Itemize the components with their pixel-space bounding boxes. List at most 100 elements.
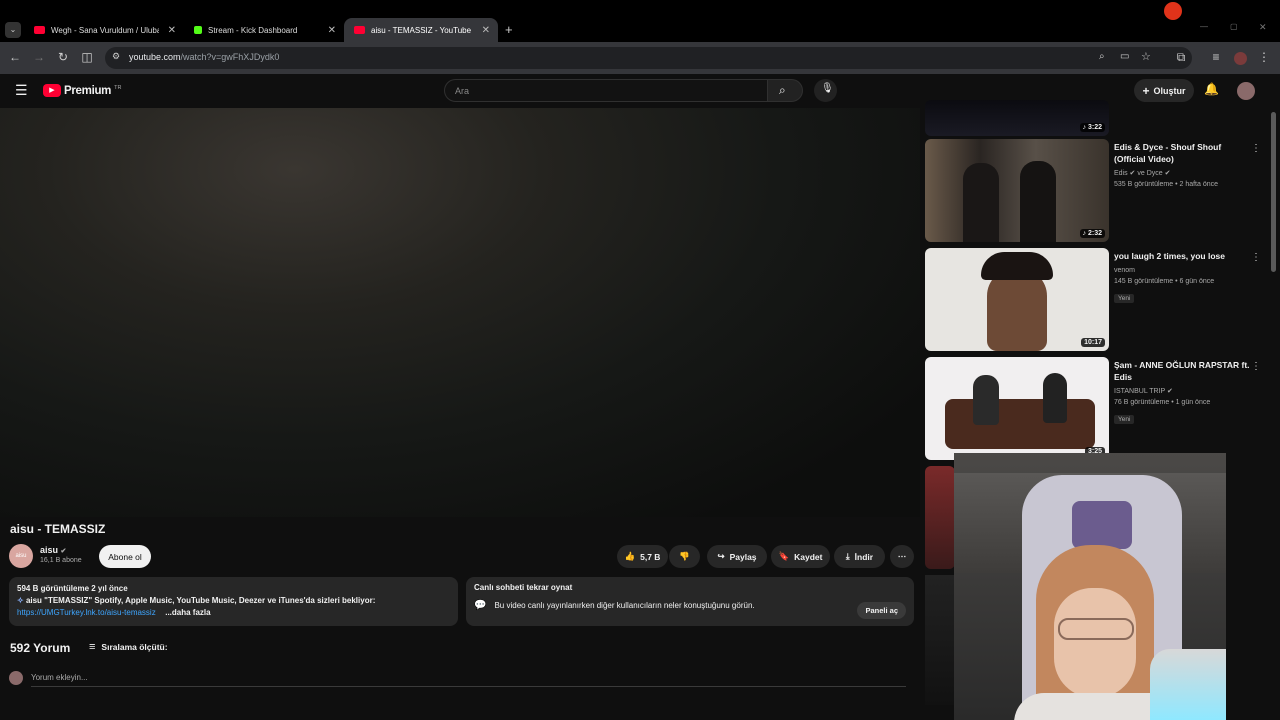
description-line: ✧ aisu "TEMASSIZ" Spotify, Apple Music, … — [17, 596, 376, 605]
chair-logo-image — [1072, 501, 1132, 549]
tab-kick[interactable]: Stream - Kick Dashboard ✕ — [184, 18, 344, 42]
video-thumbnail[interactable]: ♪ 3:22 — [925, 100, 1109, 136]
verified-icon: ✔ — [60, 548, 67, 555]
commenter-avatar — [9, 671, 23, 685]
more-options-icon[interactable]: ⋮ — [1251, 143, 1261, 154]
sparkle-icon: ✧ — [17, 596, 24, 605]
like-button[interactable]: 👍 5,7 B — [617, 545, 668, 568]
more-options-icon[interactable]: ⋮ — [1251, 361, 1261, 372]
tab-youtube[interactable]: aisu - TEMASSIZ - YouTube ✕ — [344, 18, 498, 42]
duration-badge: 10:17 — [1081, 338, 1105, 347]
site-info-icon[interactable]: ⚙ — [112, 51, 120, 62]
video-thumbnail[interactable]: 10:17 — [925, 248, 1109, 351]
channel-avatar[interactable]: aisu — [9, 544, 33, 568]
forward-icon[interactable]: → — [31, 50, 47, 64]
person-silhouette — [973, 375, 999, 425]
related-video-thumbnail[interactable] — [925, 575, 955, 705]
youtube-logo[interactable]: ▶ Premium TR — [43, 84, 121, 97]
search-input[interactable]: Ara — [444, 79, 768, 102]
close-window-icon[interactable]: ✕ — [1259, 22, 1267, 33]
related-video[interactable] — [925, 466, 955, 569]
description-link[interactable]: https://UMGTurkey.lnk.to/aisu-temassiz — [17, 607, 163, 619]
video-thumbnail[interactable] — [925, 466, 955, 569]
create-button[interactable]: + Oluştur — [1134, 79, 1194, 102]
tab-wegh[interactable]: Wegh - Sana Vuruldum / Ulubat ✕ — [24, 18, 184, 42]
subscriber-count: 16,1 B abone — [40, 557, 82, 564]
minimize-icon[interactable]: — — [1200, 22, 1208, 31]
tab-search-icon[interactable]: ⌄ — [5, 22, 21, 38]
channel-name[interactable]: ISTANBUL TRIP ✔ — [1114, 386, 1254, 397]
profile-avatar[interactable] — [1234, 52, 1247, 65]
thumbs-up-icon: 👍 — [624, 551, 636, 561]
browser-tabbar: ⌄ Wegh - Sana Vuruldum / Ulubat ✕ Stream… — [0, 0, 1280, 42]
save-button[interactable]: 🔖 Kaydet — [771, 545, 830, 568]
description-stats: 594 B görüntüleme 2 yıl önce — [17, 584, 128, 593]
extensions-icon[interactable]: ⧉ — [1173, 50, 1189, 65]
subscribe-button[interactable]: Abone ol — [99, 545, 151, 568]
address-bar[interactable]: ⚙ youtube.com/watch?v=gwFhXJDydk0 ⌕ ▭ ☆ — [105, 47, 1192, 69]
tab-title: Stream - Kick Dashboard — [208, 25, 298, 35]
share-icon: ↪ — [717, 551, 725, 561]
share-label: Paylaş — [729, 551, 757, 562]
sort-label: Sıralama ölçütü: — [101, 642, 168, 652]
notifications-bell-icon[interactable]: 🔔 — [1204, 82, 1219, 96]
sidebar-icon[interactable]: ◫ — [79, 50, 95, 64]
video-meta: 535 B görüntüleme • 2 hafta önce — [1114, 181, 1219, 188]
sort-comments-button[interactable]: ≡ Sıralama ölçütü: — [89, 641, 168, 653]
bookmark-icon: 🔖 — [778, 551, 790, 561]
video-title: aisu - TEMASSIZ — [10, 522, 106, 536]
hamburger-menu-icon[interactable]: ☰ — [15, 82, 28, 99]
download-button[interactable]: ⤓ İndir — [834, 545, 885, 568]
tab-title: aisu - TEMASSIZ - YouTube — [371, 25, 472, 35]
new-tab-icon[interactable]: + — [505, 22, 513, 37]
microphone-icon: 🎙 — [821, 83, 834, 94]
account-avatar[interactable] — [1237, 82, 1255, 100]
download-icon: ⤓ — [845, 551, 850, 561]
create-label: Oluştur — [1153, 85, 1186, 96]
more-options-icon[interactable]: ⋮ — [1251, 252, 1261, 263]
video-title[interactable]: Şam - ANNE OĞLUN RAPSTAR ft. Edis — [1114, 359, 1254, 383]
person-silhouette — [963, 163, 999, 242]
url-text: youtube.com/watch?v=gwFhXJDydk0 — [129, 52, 280, 62]
bookmark-star-icon[interactable]: ☆ — [1141, 50, 1151, 63]
related-video[interactable]: ♪ 3:22 — [925, 100, 1109, 136]
sidebar-scrollbar[interactable] — [1271, 112, 1276, 272]
share-button[interactable]: ↪ Paylaş — [707, 545, 767, 568]
video-player[interactable] — [0, 108, 920, 517]
video-title[interactable]: you laugh 2 times, you lose — [1114, 250, 1254, 262]
channel-name[interactable]: venom — [1114, 265, 1254, 276]
more-actions-button[interactable]: ⋯ — [890, 545, 914, 568]
dislike-button[interactable]: 👎 — [669, 545, 700, 568]
browser-menu-icon[interactable]: ⋮ — [1256, 50, 1272, 64]
reload-icon[interactable]: ↻ — [55, 50, 71, 64]
media-controls-icon[interactable]: ≡ — [1208, 50, 1224, 64]
face-image — [987, 268, 1047, 351]
zoom-icon[interactable]: ⌕ — [1099, 51, 1105, 62]
comment-input[interactable]: Yorum ekleyin... — [31, 673, 906, 687]
voice-search-button[interactable]: 🎙 — [814, 79, 837, 102]
couch-image — [945, 399, 1095, 449]
open-panel-button[interactable]: Paneli aç — [857, 602, 906, 619]
close-tab-icon[interactable]: ✕ — [482, 25, 490, 36]
duration-badge: ♪ 3:22 — [1079, 123, 1105, 132]
maximize-icon[interactable]: ▢ — [1230, 22, 1238, 31]
close-tab-icon[interactable]: ✕ — [168, 25, 176, 36]
search-button[interactable]: ⌕ — [767, 79, 803, 102]
channel-name[interactable]: Edis ✔ ve Dyce ✔ — [1114, 168, 1254, 179]
close-tab-icon[interactable]: ✕ — [328, 25, 336, 36]
download-label: İndir — [854, 551, 874, 562]
browser-toolbar: ← → ↻ ◫ ⚙ youtube.com/watch?v=gwFhXJDydk… — [0, 42, 1280, 74]
duration-badge: ♪ 2:32 — [1079, 229, 1105, 238]
description-box[interactable]: 594 B görüntüleme 2 yıl önce ✧ aisu "TEM… — [9, 577, 458, 626]
youtube-favicon-icon — [354, 26, 365, 34]
video-thumbnail[interactable]: 3:25 — [925, 357, 1109, 460]
cast-icon[interactable]: ▭ — [1120, 51, 1129, 62]
video-meta: 145 B görüntüleme • 6 gün önce — [1114, 278, 1215, 285]
show-more-link[interactable]: ...daha fazla — [165, 608, 210, 617]
back-icon[interactable]: ← — [7, 50, 23, 64]
new-badge: Yeni — [1114, 294, 1135, 303]
video-title[interactable]: Edis & Dyce - Shouf Shouf (Official Vide… — [1114, 141, 1254, 165]
channel-name[interactable]: aisu — [40, 545, 58, 555]
video-thumbnail[interactable]: ♪ 2:32 — [925, 139, 1109, 242]
chat-replay-title: Canlı sohbeti tekrar oynat — [474, 583, 573, 592]
